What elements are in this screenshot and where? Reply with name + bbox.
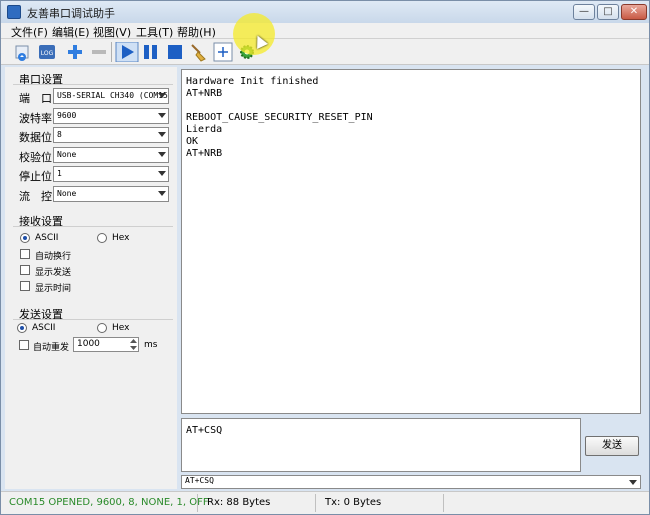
chevron-down-icon [158,152,166,157]
minimize-button[interactable]: — [573,4,595,20]
settings-panel: 串口设置 端 口 USB-SERIAL CH340 (COM15 波特率 960… [5,67,177,489]
menu-tools[interactable]: 工具(T) [136,24,173,40]
auto-resend-checkbox[interactable] [19,340,29,350]
group-divider [13,84,173,85]
show-sent-label: 显示发送 [35,268,72,278]
send-history-value: AT+CSQ [185,476,214,485]
interval-unit: ms [144,340,158,350]
baud-value: 9600 [57,111,77,120]
group-divider [13,226,173,227]
resend-interval-value: 1000 [77,339,100,349]
stopbits-label: 停止位 [19,170,52,183]
flow-select[interactable]: None [53,186,169,202]
app-icon [7,5,21,19]
parity-select[interactable]: None [53,147,169,163]
menu-bar: 文件(F) 编辑(E) 视图(V) 工具(T) 帮助(H) [1,23,649,39]
status-bar: COM15 OPENED, 9600, 8, NONE, 1, OFF Rx: … [1,491,649,514]
send-input[interactable]: AT+CSQ [181,418,581,472]
status-separator [443,494,444,512]
status-separator [197,494,198,512]
databits-label: 数据位 [19,131,52,144]
receive-ascii-label: ASCII [35,233,59,243]
add-icon[interactable] [65,42,85,62]
toolbar: LOG [1,39,649,65]
stopbits-value: 1 [57,169,62,178]
menu-edit[interactable]: 编辑(E) [52,24,90,40]
word-wrap-label: 自动换行 [35,252,72,262]
interval-stepper-icon[interactable] [129,338,138,351]
receive-ascii-radio[interactable] [20,233,30,243]
menu-view[interactable]: 视图(V) [93,24,131,40]
group-divider [13,319,173,320]
toolbar-separator [111,42,112,62]
flow-label: 流 控 [19,190,52,203]
word-wrap-checkbox[interactable] [20,249,30,259]
chevron-down-icon [158,171,166,176]
databits-value: 8 [57,130,62,139]
parity-value: None [57,150,77,159]
status-separator [315,494,316,512]
port-label: 端 口 [19,92,52,105]
log-icon[interactable]: LOG [37,42,57,62]
app-window: 友善串口调试助手 — □ ✕ 文件(F) 编辑(E) 视图(V) 工具(T) 帮… [0,0,650,515]
receive-content: Hardware Init finished AT+NRB REBOOT_CAU… [186,76,373,159]
receive-textarea[interactable]: Hardware Init finished AT+NRB REBOOT_CAU… [181,69,641,414]
baud-label: 波特率 [19,112,52,125]
title-bar: 友善串口调试助手 — □ ✕ [1,1,649,23]
connection-status: COM15 OPENED, 9600, 8, NONE, 1, OFF [9,497,209,508]
stop-icon[interactable] [165,42,185,62]
receive-hex-label: Hex [112,233,130,243]
menu-help[interactable]: 帮助(H) [177,24,216,40]
close-button[interactable]: ✕ [621,4,647,20]
maximize-button[interactable]: □ [597,4,619,20]
stopbits-select[interactable]: 1 [53,166,169,182]
send-hex-label: Hex [112,323,130,333]
chevron-down-icon [158,132,166,137]
window-title: 友善串口调试助手 [27,7,115,20]
send-ascii-label: ASCII [32,323,56,333]
databits-select[interactable]: 8 [53,127,169,143]
send-hex-radio[interactable] [97,323,107,333]
show-sent-checkbox[interactable] [20,265,30,275]
port-value: USB-SERIAL CH340 (COM15 [57,91,168,100]
show-time-checkbox[interactable] [20,281,30,291]
send-history-select[interactable]: AT+CSQ [181,475,641,489]
menu-file[interactable]: 文件(F) [11,24,48,40]
play-icon[interactable] [115,42,139,62]
baud-select[interactable]: 9600 [53,108,169,124]
send-button[interactable]: 发送 [585,436,639,456]
broom-clear-icon[interactable] [189,42,209,62]
receive-hex-radio[interactable] [97,233,107,243]
port-select[interactable]: USB-SERIAL CH340 (COM15 [53,88,169,104]
rx-count: Rx: 88 Bytes [207,497,271,508]
chevron-down-icon [629,480,637,485]
log-icon-label: LOG [41,50,54,57]
pause-icon[interactable] [141,42,161,62]
plus-window-icon[interactable] [213,42,233,62]
auto-resend-label: 自动重发 [33,343,70,353]
tx-count: Tx: 0 Bytes [325,497,382,508]
remove-icon[interactable] [89,42,109,62]
cursor-highlight [233,13,275,55]
parity-label: 校验位 [19,151,52,164]
chevron-down-icon [158,93,166,98]
send-input-value: AT+CSQ [186,425,223,436]
send-ascii-radio[interactable] [17,323,27,333]
chevron-down-icon [158,191,166,196]
flow-value: None [57,189,77,198]
show-time-label: 显示时间 [35,284,72,294]
new-session-icon[interactable] [13,42,33,62]
chevron-down-icon [158,113,166,118]
